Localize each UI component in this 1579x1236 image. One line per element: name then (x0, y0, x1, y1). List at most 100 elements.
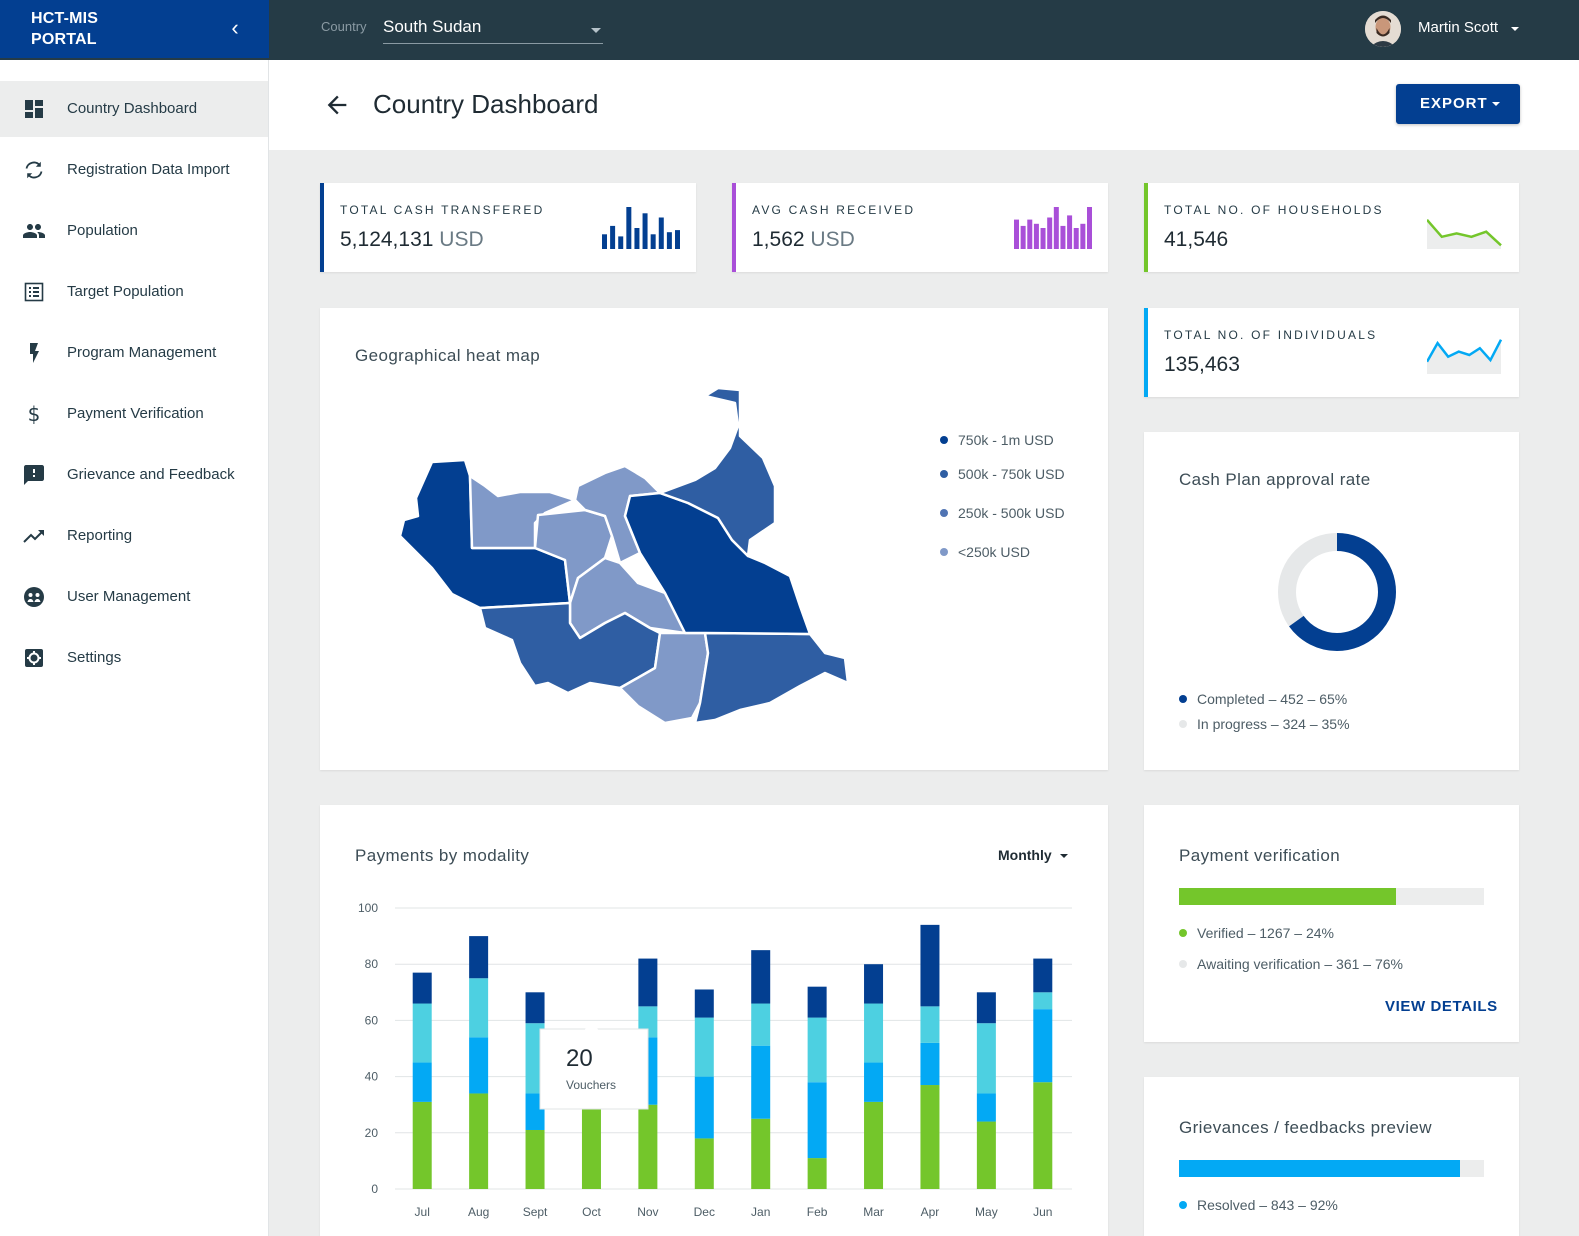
bar-segment (751, 950, 771, 1004)
sidebar-item-registration-data-import[interactable]: Registration Data Import (0, 142, 268, 198)
bar-segment (1033, 1082, 1053, 1189)
export-button[interactable]: EXPORT (1396, 84, 1520, 124)
mini-bar (642, 213, 648, 249)
stat-label: AVG CASH RECEIVED (752, 203, 916, 217)
payments-by-modality-card: Payments by modality Monthly 0 20 40 60 80 10… (320, 805, 1108, 1236)
portal-logo-text: HCT-MIS PORTAL (31, 10, 99, 48)
x-tick-label: Oct (582, 1205, 601, 1219)
mini-bar (1053, 207, 1059, 249)
arrow-back-icon[interactable] (323, 91, 351, 119)
legend-item: In progress – 324 – 35% (1179, 716, 1350, 732)
bar-segment (920, 924, 940, 1007)
mini-bar (1067, 215, 1073, 249)
mini-bar (602, 234, 607, 249)
mini-bar (618, 236, 624, 249)
mini-bar-chart (602, 207, 680, 249)
stat-value: 5,124,131 USD (340, 228, 484, 252)
stat-value: 135,463 (1164, 353, 1240, 376)
sidebar-item-label: Grievance and Feedback (67, 466, 235, 483)
legend-label: 500k - 750k USD (958, 466, 1065, 482)
sidebar-item-label: Payment Verification (67, 405, 204, 422)
map-region (693, 631, 850, 725)
sidebar-nav: Country Dashboard Registration Data Impo… (0, 60, 269, 1236)
bar-segment (976, 1121, 996, 1189)
top-app-bar: HCT-MIS PORTAL ‹ Country South Sudan Mar… (0, 0, 1579, 60)
mini-bar (1027, 219, 1033, 249)
bar-segment (976, 992, 996, 1024)
y-tick-label: 100 (358, 901, 378, 915)
sidebar-item-user-management[interactable]: User Management (0, 569, 268, 625)
legend-label: 750k - 1m USD (958, 432, 1054, 448)
legend-swatch (940, 436, 948, 444)
bar-segment (694, 1138, 714, 1189)
x-tick-label: Feb (807, 1205, 828, 1219)
chevron-left-icon[interactable]: ‹ (226, 17, 244, 39)
flash-icon (30, 343, 39, 363)
brand-panel: HCT-MIS PORTAL ‹ (0, 0, 269, 58)
bar-segment (638, 958, 658, 1007)
sync-icon (25, 161, 43, 179)
verification-progress-bar (1179, 888, 1484, 905)
bar-segment (920, 1085, 940, 1189)
y-tick-label: 80 (365, 957, 379, 971)
chevron-down-icon (591, 28, 601, 33)
stat-label: TOTAL NO. OF HOUSEHOLDS (1164, 203, 1384, 217)
country-label: Country (321, 19, 367, 34)
chart-tooltip: 20 Vouchers (539, 1021, 649, 1110)
bar-segment (864, 1003, 884, 1063)
svg-text:$: $ (28, 402, 41, 426)
bar-segment (469, 978, 489, 1038)
bar-segment (412, 1101, 432, 1189)
view-details-link[interactable]: VIEW DETAILS (1385, 998, 1498, 1015)
south-sudan-map (398, 386, 850, 725)
bar-segment (1033, 1009, 1053, 1083)
legend-item: 750k - 1m USD (940, 432, 1054, 448)
country-select[interactable]: South Sudan (383, 14, 603, 44)
sidebar-item-payment-verification[interactable]: $ Payment Verification (0, 386, 268, 442)
individuals-card: TOTAL NO. OF INDIVIDUALS 135,463 (1144, 308, 1519, 397)
modality-bar-chart: 0 20 40 60 80 100 Jul Aug Sept Oct Nov Dec Jan Feb Mar… (358, 901, 1072, 1219)
x-tick-label: Jan (751, 1205, 770, 1219)
sidebar-item-program-management[interactable]: Program Management (0, 325, 268, 381)
sidebar-item-country-dashboard[interactable]: Country Dashboard (0, 81, 268, 137)
card-accent-bar (732, 183, 736, 272)
mini-bar (1060, 225, 1066, 249)
sidebar-item-target-population[interactable]: Target Population (0, 264, 268, 320)
x-tick-label: Jul (415, 1205, 430, 1219)
sidebar-item-settings[interactable]: Settings (0, 630, 268, 686)
user-name: Martin Scott (1418, 19, 1499, 36)
sidebar-item-grievance-and-feedback[interactable]: Grievance and Feedback (0, 447, 268, 503)
mini-line-chart (1427, 339, 1503, 374)
legend-item: Awaiting verification – 361 – 76% (1179, 956, 1403, 972)
mini-bar (1073, 228, 1079, 249)
y-tick-label: 20 (365, 1126, 379, 1140)
x-tick-label: Dec (694, 1205, 715, 1219)
y-tick-label: 60 (365, 1013, 379, 1027)
legend-item: 500k - 750k USD (940, 466, 1065, 482)
bar-segment (469, 1037, 489, 1094)
sidebar-item-label: Registration Data Import (67, 161, 230, 178)
legend-swatch (940, 548, 948, 556)
legend-swatch (1179, 960, 1187, 968)
mini-bar (1020, 225, 1026, 249)
legend-label: Awaiting verification – 361 – 76% (1197, 956, 1403, 972)
legend-item: Completed – 452 – 65% (1179, 691, 1347, 707)
sidebar-item-label: Reporting (67, 527, 133, 544)
bar-segment (976, 1093, 996, 1122)
x-tick-label: May (975, 1205, 998, 1219)
grievances-progress-bar (1179, 1160, 1484, 1177)
chevron-down-icon (1511, 27, 1519, 31)
sidebar-item-label: Population (67, 222, 138, 239)
sidebar-item-reporting[interactable]: Reporting (0, 508, 268, 564)
approval-donut-chart (1278, 533, 1396, 651)
legend-label: Resolved – 843 – 92% (1197, 1197, 1338, 1213)
user-menu[interactable]: Martin Scott (1365, 11, 1525, 47)
sidebar-item-population[interactable]: Population (0, 203, 268, 259)
legend-swatch (940, 509, 948, 517)
mini-bar (1047, 217, 1053, 249)
dashboard-icon (25, 100, 43, 118)
bar-segment (581, 1104, 601, 1189)
mini-bar (650, 234, 656, 249)
export-button-label: EXPORT (1420, 95, 1488, 112)
total-cash-card: TOTAL CASH TRANSFERED 5,124,131 USD (320, 183, 696, 272)
